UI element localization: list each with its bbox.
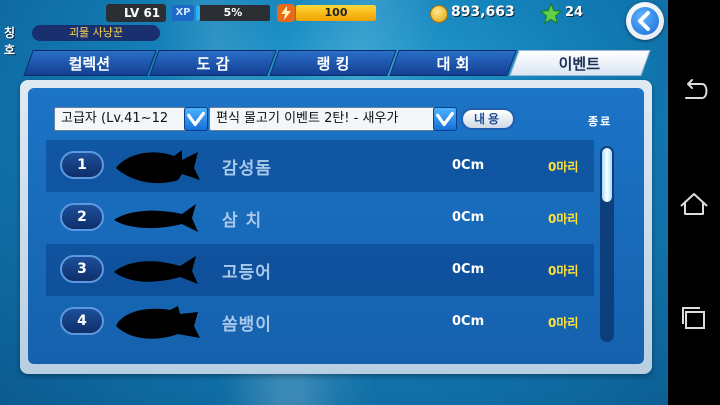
coin-count: 893,663 [451, 4, 515, 20]
grade-select[interactable]: 고급자 (Lv.41~12 [54, 107, 186, 131]
rank-badge: 2 [60, 203, 104, 231]
fish-silhouette-icon [114, 204, 198, 232]
game-screen: LV 61 XP 5% 100 893,663 24 칭호 괴물 사냥꾼 컬렉션… [0, 0, 668, 405]
fish-size: 0Cm [452, 158, 485, 173]
coin-icon [430, 5, 448, 23]
tab-label: 도 감 [196, 55, 230, 73]
title-label: 칭호 [4, 26, 16, 57]
scrollbar-thumb[interactable] [602, 148, 612, 202]
fish-name: 쏨뱅이 [222, 315, 272, 335]
fish-count: 0마리 [548, 264, 579, 278]
fish-name: 감성돔 [222, 159, 272, 179]
energy-bar: 100 [296, 5, 376, 21]
list-item[interactable]: 4 쏨뱅이 0Cm 0마리 [46, 296, 594, 346]
xp-bar-fill [196, 5, 200, 21]
fish-name: 고등어 [222, 263, 272, 283]
android-navigation-bar [668, 0, 720, 405]
rank-badge: 3 [60, 255, 104, 283]
rank-badge: 1 [60, 151, 104, 179]
event-select[interactable]: 편식 물고기 이벤트 2탄! - 새우가 [209, 107, 435, 131]
tab-ranking[interactable]: 랭 킹 [269, 50, 397, 76]
tab-tournament[interactable]: 대 회 [389, 50, 517, 76]
xp-bar: 5% [196, 5, 270, 21]
energy-value: 100 [324, 6, 348, 19]
fish-size: 0Cm [452, 314, 485, 329]
fish-silhouette-icon [114, 256, 198, 284]
scrollbar[interactable] [600, 146, 614, 342]
checkmark-icon [436, 111, 454, 127]
back-button[interactable] [626, 2, 664, 40]
fish-silhouette-icon [116, 306, 200, 339]
android-back-icon[interactable] [678, 74, 710, 106]
tab-event[interactable]: 이벤트 [509, 50, 651, 76]
android-home-icon[interactable] [678, 188, 710, 220]
fish-count: 0마리 [548, 160, 579, 174]
list-item[interactable]: 1 감성돔 0Cm 0마리 [46, 140, 594, 192]
fish-size: 0Cm [452, 262, 485, 277]
fish-count: 0마리 [548, 316, 579, 330]
list-item[interactable]: 2 삼 치 0Cm 0마리 [46, 192, 594, 244]
fish-list[interactable]: 1 감성돔 0Cm 0마리 2 삼 치 0Cm 0마리 3 고등어 0Cm 0마… [46, 140, 594, 346]
tab-bar: 컬렉션 도 감 랭 킹 대 회 이벤트 [20, 50, 652, 76]
lightning-icon [277, 4, 295, 22]
checkmark-icon [187, 111, 205, 127]
level-display: LV 61 [106, 4, 166, 22]
rank-badge: 4 [60, 307, 104, 335]
tab-label: 대 회 [436, 55, 470, 73]
fish-count: 0마리 [548, 212, 579, 226]
back-arrow-icon [638, 11, 650, 31]
title-value: 괴물 사냥꾼 [32, 25, 160, 41]
tab-label: 컬렉션 [68, 55, 111, 73]
grade-dropdown-button[interactable] [184, 107, 208, 131]
tab-encyclopedia[interactable]: 도 감 [149, 50, 277, 76]
event-dropdown-button[interactable] [433, 107, 457, 131]
fish-name: 삼 치 [222, 211, 263, 231]
fish-silhouette-icon [116, 150, 200, 184]
tab-collection[interactable]: 컬렉션 [23, 50, 157, 76]
star-count: 24 [565, 5, 584, 20]
tab-label: 랭 킹 [316, 55, 350, 73]
details-button[interactable]: 내용 [461, 108, 515, 130]
xp-label: XP [172, 5, 194, 21]
list-item[interactable]: 3 고등어 0Cm 0마리 [46, 244, 594, 296]
xp-percent: 5% [223, 6, 243, 19]
star-icon [540, 3, 562, 25]
event-status: 종료 [588, 115, 613, 128]
tab-label: 이벤트 [558, 55, 601, 73]
back-button-face [631, 7, 659, 35]
fish-size: 0Cm [452, 210, 485, 225]
android-recents-icon[interactable] [678, 302, 710, 334]
